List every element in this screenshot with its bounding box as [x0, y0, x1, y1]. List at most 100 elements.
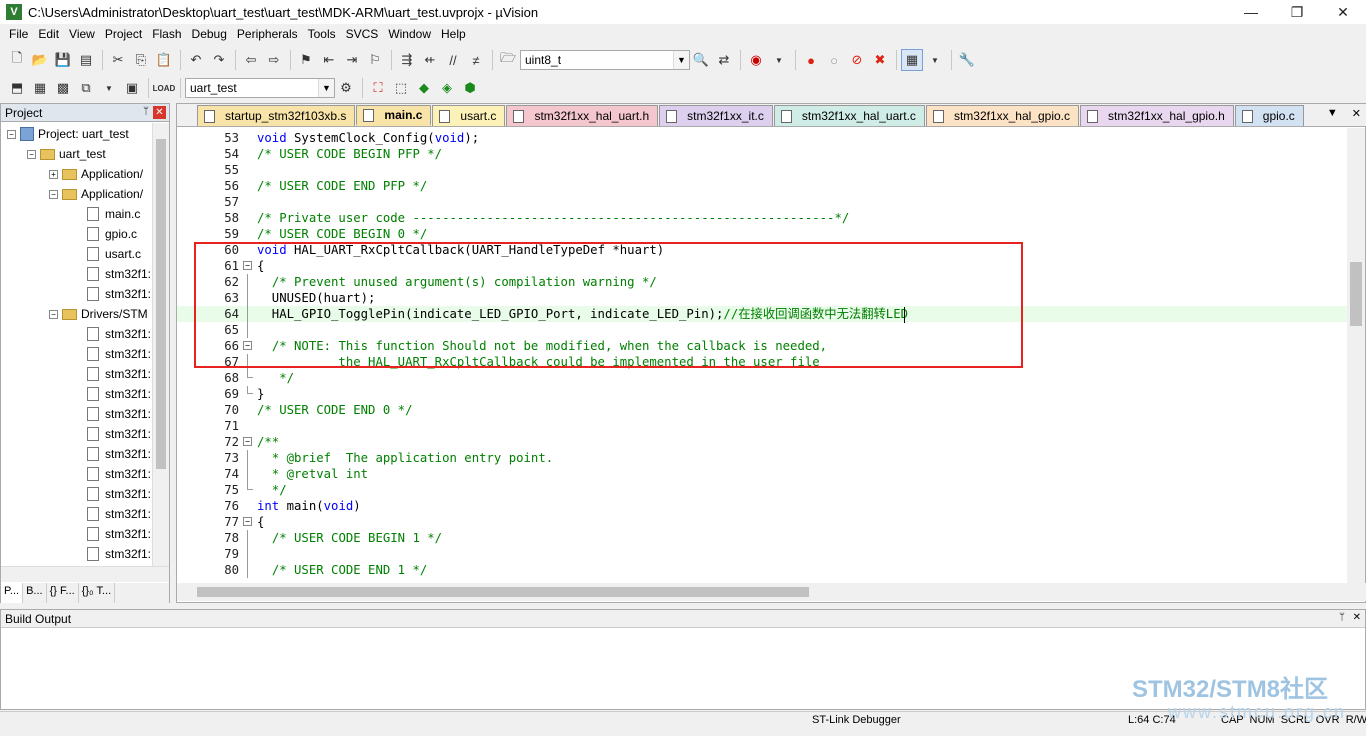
close-button[interactable]: ✕: [1320, 0, 1366, 24]
collapse-icon[interactable]: −: [49, 189, 58, 199]
save-all-icon[interactable]: ▤: [75, 49, 97, 71]
menu-help[interactable]: Help: [436, 27, 471, 41]
tree-file-item[interactable]: stm32f1:: [87, 484, 151, 504]
find-combo[interactable]: uint8_t ▼: [520, 50, 690, 70]
editor-vertical-scrollbar[interactable]: [1347, 128, 1365, 583]
copy-icon[interactable]: ⎘: [130, 49, 152, 71]
editor-tab[interactable]: usart.c: [432, 105, 506, 126]
tree-file-item[interactable]: stm32f1:: [87, 344, 151, 364]
menu-file[interactable]: File: [4, 27, 33, 41]
pack-installer-icon[interactable]: ◈: [436, 77, 458, 99]
tree-file-item[interactable]: stm32f1:: [87, 464, 151, 484]
collapse-icon[interactable]: −: [49, 309, 58, 319]
menu-view[interactable]: View: [64, 27, 100, 41]
tree-file-item[interactable]: usart.c: [87, 244, 141, 264]
pin-icon[interactable]: ᛘ: [1339, 612, 1345, 623]
tab-functions[interactable]: {} F...: [47, 583, 79, 603]
uncomment-icon[interactable]: ≠: [465, 49, 487, 71]
find-in-files-icon[interactable]: 🗁: [497, 49, 519, 71]
project-vertical-scrollbar[interactable]: [152, 123, 169, 568]
scrollbar-thumb[interactable]: [1350, 262, 1362, 326]
project-horizontal-scrollbar[interactable]: [1, 566, 169, 582]
configure-icon[interactable]: 🔧: [956, 49, 978, 71]
new-file-icon[interactable]: 🗋: [6, 49, 28, 71]
editor-tab[interactable]: stm32f1xx_hal_gpio.c: [925, 105, 1080, 126]
close-tab-icon[interactable]: ✕: [1352, 107, 1361, 120]
menu-flash[interactable]: Flash: [147, 27, 186, 41]
tab-templates[interactable]: {}₀ T...: [79, 583, 116, 603]
next-bookmark-icon[interactable]: ⇥: [341, 49, 363, 71]
nav-forward-icon[interactable]: ⇨: [263, 49, 285, 71]
menu-debug[interactable]: Debug: [187, 27, 232, 41]
undo-icon[interactable]: ↶: [185, 49, 207, 71]
nav-back-icon[interactable]: ⇦: [240, 49, 262, 71]
editor-tab[interactable]: startup_stm32f103xb.s: [197, 105, 356, 126]
editor-tab[interactable]: gpio.c: [1234, 105, 1304, 126]
build-icon[interactable]: ▦: [29, 77, 51, 99]
menu-project[interactable]: Project: [100, 27, 147, 41]
download-load-icon[interactable]: LOAD: [153, 77, 176, 99]
fold-toggle-icon[interactable]: −: [243, 517, 252, 526]
unindent-icon[interactable]: ⇷: [419, 49, 441, 71]
menu-peripherals[interactable]: Peripherals: [232, 27, 303, 41]
tree-file-item[interactable]: stm32f1:: [87, 264, 151, 284]
editor-tab[interactable]: main.c: [356, 105, 432, 126]
breakpoint-icon[interactable]: ●: [800, 49, 822, 71]
tree-file-item[interactable]: stm32f1:: [87, 404, 151, 424]
target-options-icon[interactable]: ⚙: [335, 77, 357, 99]
menu-edit[interactable]: Edit: [33, 27, 64, 41]
menu-svcs[interactable]: SVCS: [341, 27, 384, 41]
debug-session-icon[interactable]: ◉: [745, 49, 767, 71]
tree-node-project[interactable]: − Project: uart_test: [7, 124, 129, 144]
rebuild-icon[interactable]: ▩: [52, 77, 74, 99]
bookmark-icon[interactable]: ⚑: [295, 49, 317, 71]
chevron-down-icon[interactable]: ▼: [318, 79, 334, 97]
batch-dropdown-icon[interactable]: ▼: [98, 77, 120, 99]
menu-window[interactable]: Window: [383, 27, 436, 41]
collapse-icon[interactable]: −: [7, 129, 16, 139]
editor-horizontal-scrollbar[interactable]: [177, 583, 1366, 601]
menu-tools[interactable]: Tools: [303, 27, 341, 41]
manage-project-items-icon[interactable]: ⛶: [367, 77, 389, 99]
tree-file-item[interactable]: stm32f1:: [87, 324, 151, 344]
target-combo[interactable]: uart_test ▼: [185, 78, 335, 98]
expand-icon[interactable]: +: [49, 169, 58, 179]
tree-file-item[interactable]: stm32f1:: [87, 424, 151, 444]
tree-node-group[interactable]: − Drivers/STM: [49, 304, 148, 324]
disable-breakpoint-icon[interactable]: ○: [823, 49, 845, 71]
editor-tab[interactable]: stm32f1xx_hal_uart.c: [773, 105, 925, 126]
tree-node-target[interactable]: − uart_test: [27, 144, 106, 164]
maximize-button[interactable]: ❐: [1274, 0, 1320, 24]
translate-icon[interactable]: ⬒: [6, 77, 28, 99]
layout-dropdown-icon[interactable]: ▼: [924, 49, 946, 71]
tree-file-item[interactable]: stm32f1:: [87, 444, 151, 464]
tree-node-group[interactable]: + Application/: [49, 164, 143, 184]
tree-file-item[interactable]: stm32f1:: [87, 384, 151, 404]
tree-file-item[interactable]: stm32f1:: [87, 504, 151, 524]
collapse-icon[interactable]: −: [27, 149, 36, 159]
open-file-icon[interactable]: 📂: [29, 49, 51, 71]
scrollbar-thumb[interactable]: [197, 587, 809, 597]
run-time-environment-icon[interactable]: ⬢: [459, 77, 481, 99]
tree-file-item[interactable]: stm32f1:: [87, 544, 151, 564]
cut-icon[interactable]: ✂: [107, 49, 129, 71]
tree-file-item[interactable]: stm32f1:: [87, 284, 151, 304]
batch-build-icon[interactable]: ⧉: [75, 77, 97, 99]
pin-icon[interactable]: ᛘ: [143, 106, 149, 117]
tab-books[interactable]: B...: [23, 583, 47, 603]
tab-list-dropdown-icon[interactable]: ▼: [1327, 107, 1338, 120]
chevron-down-icon[interactable]: ▼: [673, 51, 689, 69]
tree-file-item[interactable]: main.c: [87, 204, 140, 224]
tree-file-item[interactable]: stm32f1:: [87, 524, 151, 544]
editor-tab[interactable]: stm32f1xx_hal_gpio.h: [1080, 105, 1234, 126]
disable-all-breakpoints-icon[interactable]: ⊘: [846, 49, 868, 71]
manage-rte-icon[interactable]: ◆: [413, 77, 435, 99]
editor-tab[interactable]: stm32f1xx_it.c: [659, 105, 773, 126]
tree-node-group[interactable]: − Application/: [49, 184, 143, 204]
window-layout-icon[interactable]: ▦: [901, 49, 923, 71]
close-icon[interactable]: ✕: [1353, 612, 1361, 623]
kill-all-breakpoints-icon[interactable]: ✖: [869, 49, 891, 71]
scrollbar-thumb[interactable]: [156, 139, 166, 469]
incremental-find-icon[interactable]: ⇄: [713, 49, 735, 71]
editor-tab[interactable]: stm32f1xx_hal_uart.h: [506, 105, 659, 126]
